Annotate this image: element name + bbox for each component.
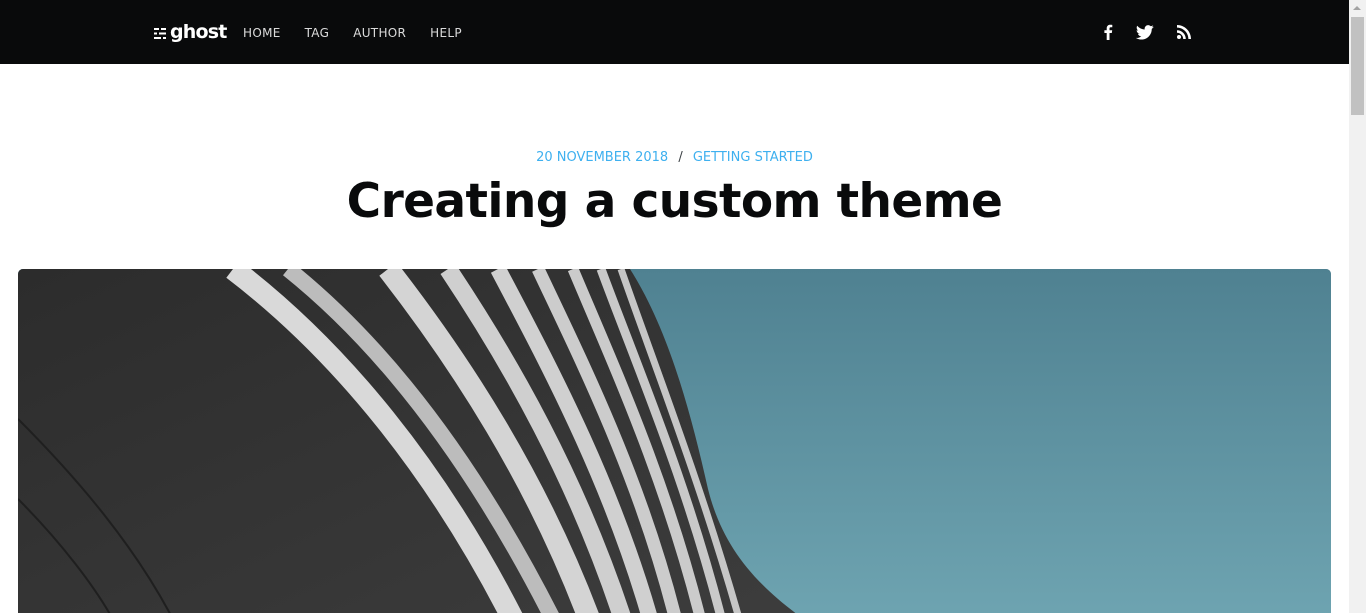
nav-link-help[interactable]: HELP (430, 24, 462, 42)
twitter-icon (1136, 24, 1154, 40)
site-nav: ghost HOME TAG AUTHOR HELP (0, 0, 1349, 64)
site-logo-text: ghost (170, 21, 227, 43)
rss-icon (1177, 25, 1191, 39)
nav-link-author[interactable]: AUTHOR (353, 24, 406, 42)
page: ghost HOME TAG AUTHOR HELP 20 NOVEMBER 2… (0, 0, 1349, 613)
rss-link[interactable] (1174, 22, 1194, 42)
scrollbar-thumb[interactable] (1351, 17, 1364, 115)
post-title: Creating a custom theme (346, 174, 1003, 229)
nav-link-home[interactable]: HOME (243, 24, 281, 42)
vertical-scrollbar[interactable] (1349, 0, 1366, 613)
building-facade-sky-image (18, 269, 1331, 613)
ghost-logo-icon (154, 28, 166, 39)
post-feature-image (18, 269, 1331, 613)
nav-menu: HOME TAG AUTHOR HELP (243, 24, 486, 42)
site-logo-link[interactable]: ghost (154, 19, 227, 45)
twitter-link[interactable] (1135, 22, 1155, 42)
facebook-icon (1104, 24, 1113, 40)
meta-divider: / (678, 150, 683, 165)
nav-link-tag[interactable]: TAG (305, 24, 330, 42)
post-date: 20 November 2018 (536, 150, 669, 165)
post-meta: 20 November 2018 / Getting Started (0, 148, 1349, 168)
post-tag-link[interactable]: Getting Started (693, 150, 813, 165)
scroll-up-arrow-icon[interactable] (1353, 6, 1361, 10)
facebook-link[interactable] (1098, 22, 1118, 42)
